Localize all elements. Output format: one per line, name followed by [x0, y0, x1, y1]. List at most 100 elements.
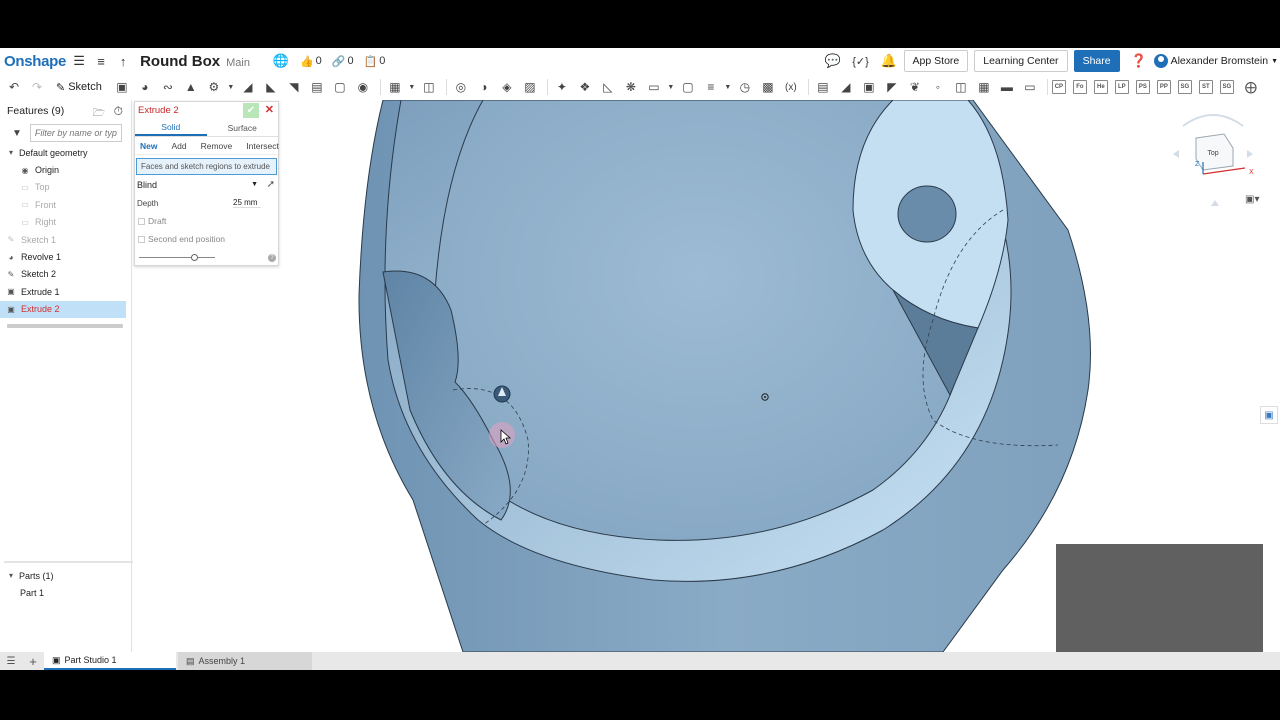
lobe-hole[interactable]	[897, 185, 957, 243]
offset-surface-icon[interactable]: ◺	[598, 77, 618, 97]
add-custom-feature-icon[interactable]: ⨁	[1241, 77, 1261, 97]
user-menu[interactable]: Alexander Bromstein ▼	[1153, 54, 1278, 68]
dropdown-icon[interactable]: ▼	[667, 77, 675, 97]
undo-icon[interactable]: ↶	[4, 77, 24, 97]
variables-icon[interactable]: {✓}	[852, 52, 870, 70]
comment-icon[interactable]: 💬	[824, 52, 842, 70]
share-button[interactable]: Share	[1073, 50, 1120, 72]
likes-counter[interactable]: 👍 0	[300, 55, 322, 68]
helix-icon[interactable]: ❋	[621, 77, 641, 97]
branch-name[interactable]: Main	[226, 57, 250, 69]
draft-icon[interactable]: ◥	[284, 77, 304, 97]
tab-manager-icon[interactable]: ☰	[0, 656, 22, 667]
checkbox-box[interactable]	[138, 217, 145, 225]
depth-field[interactable]: Depth 25 mm	[135, 194, 278, 212]
feature-front-plane[interactable]: ▭ Front	[0, 196, 131, 213]
revolve-icon[interactable]: ◕	[135, 77, 155, 97]
custom-feature-cp-icon[interactable]: CP	[1051, 80, 1066, 94]
sweep-icon[interactable]: ∾	[158, 77, 178, 97]
rotate-right-arrow-icon[interactable]	[1247, 150, 1253, 158]
tab-surface[interactable]: Surface	[207, 119, 279, 136]
op-remove[interactable]: Remove	[201, 141, 233, 151]
branch-icon[interactable]: ↑	[114, 52, 132, 70]
menu-icon[interactable]: ☰	[70, 52, 88, 70]
feature-origin[interactable]: ◉ Origin	[0, 161, 131, 178]
feature-extrude-2[interactable]: ▣ Extrude 2	[0, 300, 126, 318]
confirm-check-icon[interactable]: ✔	[243, 103, 259, 118]
rotate-left-arrow-icon[interactable]	[1173, 150, 1179, 158]
sketch-button[interactable]: ✎ Sketch	[56, 81, 102, 94]
custom-feature-he-icon[interactable]: He	[1093, 80, 1108, 94]
form-icon[interactable]: ❦	[905, 77, 925, 97]
flange-icon[interactable]: ◢	[836, 77, 856, 97]
filter-input[interactable]	[29, 124, 122, 142]
depth-value[interactable]: 25 mm	[233, 198, 261, 208]
mate-connector-icon[interactable]: ▢	[678, 77, 698, 97]
add-tab-icon[interactable]: +	[22, 654, 44, 669]
list-icon[interactable]: ≡	[701, 77, 721, 97]
links-counter[interactable]: 🔗 0	[332, 55, 354, 68]
default-geometry-group[interactable]: ▾ Default geometry	[0, 144, 131, 161]
dropdown-icon[interactable]: ▼	[724, 77, 732, 97]
slider-knob[interactable]	[191, 254, 198, 261]
plane-icon[interactable]: ▭	[644, 77, 664, 97]
split-icon[interactable]: ◑	[474, 77, 494, 97]
op-intersect[interactable]: Intersect	[246, 141, 279, 151]
measure-icon[interactable]: ◷	[735, 77, 755, 97]
preview-slider[interactable]	[139, 254, 215, 261]
dropdown-icon[interactable]: ▼	[408, 77, 416, 97]
add-folder-icon[interactable]: 🗁	[93, 106, 105, 123]
copies-counter[interactable]: 📋 0	[364, 55, 386, 68]
op-new[interactable]: New	[140, 141, 157, 151]
section-view-icon[interactable]: ▩	[758, 77, 778, 97]
globe-icon[interactable]: 🌐	[272, 52, 290, 70]
tab-part-studio[interactable]: ▣ Part Studio 1	[44, 652, 176, 670]
replace-face-icon[interactable]: ❖	[575, 77, 595, 97]
end-type-select[interactable]: Blind ▼ ➚	[135, 175, 278, 194]
custom-feature-sg2-icon[interactable]: SG	[1219, 80, 1234, 94]
rip-icon[interactable]: ▬	[997, 77, 1017, 97]
rotate-down-arrow-icon[interactable]	[1211, 200, 1219, 206]
feature-revolve-1[interactable]: ◕ Revolve 1	[0, 248, 131, 265]
appearance-panel-icon[interactable]: ▣	[1260, 406, 1278, 424]
redo-icon[interactable]: ↷	[27, 77, 47, 97]
delete-part-icon[interactable]: ▨	[520, 77, 540, 97]
fillet-icon[interactable]: ◢	[238, 77, 258, 97]
boolean-icon[interactable]: ◎	[451, 77, 471, 97]
feature-extrude-1[interactable]: ▣ Extrude 1	[0, 283, 131, 300]
extrude-icon[interactable]: ▣	[112, 77, 132, 97]
custom-feature-pp-icon[interactable]: PP	[1156, 80, 1171, 94]
custom-feature-st-icon[interactable]: ST	[1198, 80, 1213, 94]
feature-sketch-1[interactable]: ✎ Sketch 1	[0, 231, 131, 248]
op-add[interactable]: Add	[171, 141, 186, 151]
chamfer-icon[interactable]: ◣	[261, 77, 281, 97]
custom-feature-ps-icon[interactable]: PS	[1135, 80, 1150, 94]
mirror-icon[interactable]: ◫	[419, 77, 439, 97]
learning-center-button[interactable]: Learning Center	[974, 50, 1068, 72]
checkbox-box[interactable]	[138, 235, 145, 243]
corner-icon[interactable]: ◦	[928, 77, 948, 97]
filter-icon[interactable]: ▼	[12, 128, 22, 139]
part-item[interactable]: Part 1	[0, 584, 132, 601]
dropdown-icon[interactable]: ▼	[227, 77, 235, 97]
feature-top-plane[interactable]: ▭ Top	[0, 179, 131, 196]
variable-icon[interactable]: (x)	[781, 77, 801, 97]
move-face-icon[interactable]: ✦	[552, 77, 572, 97]
unfold-icon[interactable]: ▦	[974, 77, 994, 97]
onshape-logo[interactable]: Onshape	[4, 53, 66, 70]
loft-icon[interactable]: ▲	[181, 77, 201, 97]
custom-feature-sg-icon[interactable]: SG	[1177, 80, 1192, 94]
rib-icon[interactable]: ▤	[307, 77, 327, 97]
tab-assembly[interactable]: ▤ Assembly 1	[178, 652, 312, 670]
second-end-checkbox[interactable]: Second end position	[135, 230, 278, 248]
bend-icon[interactable]: ◤	[882, 77, 902, 97]
close-icon[interactable]: ✕	[265, 103, 274, 116]
shell-icon[interactable]: ▢	[330, 77, 350, 97]
faces-selection-field[interactable]: Faces and sketch regions to extrude	[136, 158, 277, 175]
tab-solid[interactable]: Solid	[135, 119, 207, 136]
custom-feature-lp-icon[interactable]: LP	[1114, 80, 1129, 94]
transform-icon[interactable]: ◈	[497, 77, 517, 97]
chevron-down-icon[interactable]: ▾	[6, 148, 16, 157]
rollback-bar[interactable]	[7, 324, 123, 328]
help-icon[interactable]: ?	[268, 254, 276, 262]
